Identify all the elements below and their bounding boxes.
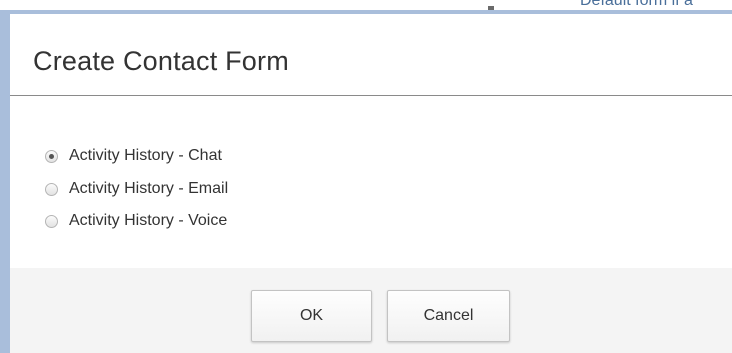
create-contact-form-dialog: Create Contact Form Activity History - C… (10, 10, 732, 353)
dialog-footer: OK Cancel (10, 268, 732, 353)
option-activity-history-email[interactable]: Activity History - Email (45, 176, 228, 202)
background-partial-text: Default form if a (580, 0, 693, 9)
radio-button-email[interactable] (45, 182, 58, 196)
option-label: Activity History - Voice (69, 212, 228, 229)
dialog-header: Create Contact Form (10, 14, 732, 96)
option-label: Activity History - Email (69, 180, 229, 197)
radio-selected-dot (49, 153, 54, 159)
cancel-button[interactable]: Cancel (387, 290, 510, 342)
ok-button[interactable]: OK (251, 290, 372, 342)
screen: Default form if a Create Contact Form Ac… (0, 0, 732, 353)
dialog-body: Activity History - Chat Activity History… (10, 96, 732, 268)
radio-button-chat[interactable] (45, 149, 58, 163)
dialog-title: Create Contact Form (33, 46, 289, 76)
background-left-edge (0, 10, 10, 353)
option-activity-history-voice[interactable]: Activity History - Voice (45, 208, 227, 234)
option-activity-history-chat[interactable]: Activity History - Chat (45, 143, 222, 169)
option-label: Activity History - Chat (69, 147, 222, 164)
radio-button-voice[interactable] (45, 214, 58, 228)
